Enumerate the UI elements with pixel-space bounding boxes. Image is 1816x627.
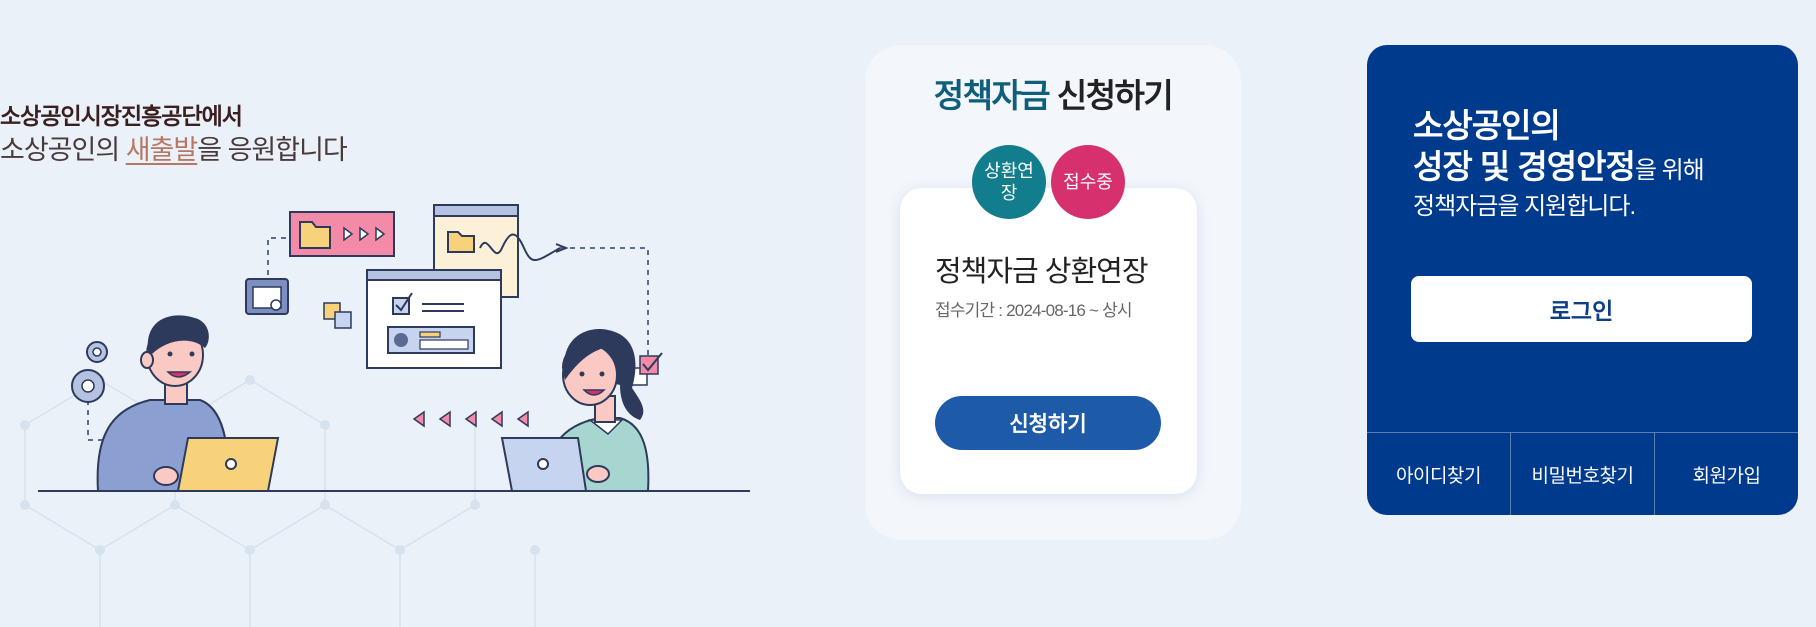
policy-fund-title: 정책자금 신청하기 <box>865 69 1241 117</box>
find-password-link[interactable]: 비밀번호찾기 <box>1510 433 1654 515</box>
login-links: 아이디찾기 비밀번호찾기 회원가입 <box>1367 432 1798 515</box>
login-message-line3: 정책자금을 지원합니다. <box>1413 193 1636 220</box>
fund-card: 정책자금 상환연장 접수기간 : 2024-08-16 ~ 상시 신청하기 <box>900 188 1197 494</box>
login-message-line2-rest: 을 위해 <box>1634 157 1705 184</box>
fund-application-period: 접수기간 : 2024-08-16 ~ 상시 <box>935 301 1133 320</box>
policy-title-highlight: 정책자금 <box>933 77 1051 114</box>
policy-title-rest: 신청하기 <box>1049 77 1174 114</box>
login-message-line1: 소상공인의 <box>1413 107 1561 144</box>
sign-up-link[interactable]: 회원가입 <box>1654 433 1798 515</box>
apply-button[interactable]: 신청하기 <box>935 396 1161 450</box>
intro-headline-highlight: 새출발 <box>125 135 199 165</box>
intro-headline-prefix: 소상공인의 <box>0 135 126 165</box>
office-workers-illustration <box>38 204 750 492</box>
fund-name: 정책자금 상환연장 <box>935 256 1148 288</box>
login-message-line2-bold: 성장 및 경영안정 <box>1413 148 1636 185</box>
login-message: 소상공인의 성장 및 경영안정을 위해 정책자금을 지원합니다. <box>1413 105 1705 223</box>
login-panel: 소상공인의 성장 및 경영안정을 위해 정책자금을 지원합니다. 로그인 아이디… <box>1367 45 1798 515</box>
login-message-line2: 성장 및 경영안정을 위해 <box>1413 146 1705 191</box>
login-button[interactable]: 로그인 <box>1411 276 1752 342</box>
policy-fund-panel: 정책자금 신청하기 상환연장 접수중 정책자금 상환연장 접수기간 : 2024… <box>865 45 1241 540</box>
find-id-link[interactable]: 아이디찾기 <box>1367 433 1510 515</box>
repayment-extension-badge: 상환연장 <box>972 145 1046 219</box>
intro-headline: 소상공인의 새출발을 응원합니다 <box>0 132 348 168</box>
accepting-status-badge: 접수중 <box>1051 145 1125 219</box>
intro-headline-suffix: 을 응원합니다 <box>197 135 348 165</box>
intro-text: 소상공인시장진흥공단에서 소상공인의 새출발을 응원합니다 <box>0 100 348 168</box>
intro-subtitle: 소상공인시장진흥공단에서 <box>0 103 243 129</box>
